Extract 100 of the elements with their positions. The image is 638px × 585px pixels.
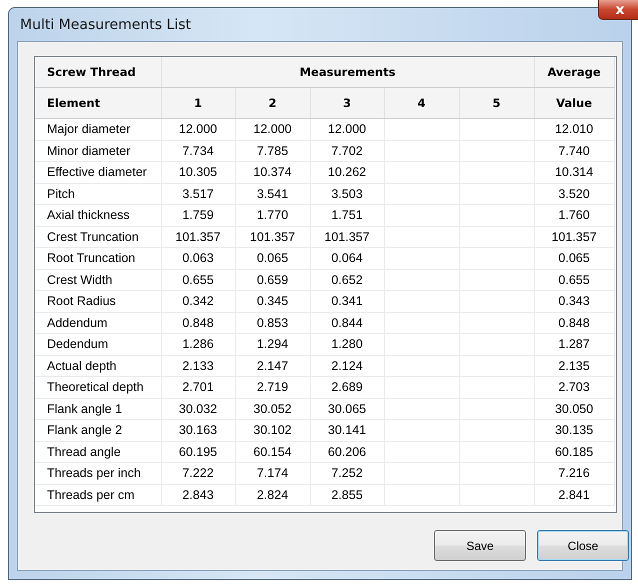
table-cell: 0.655: [558, 272, 590, 287]
table-cell: 0.652: [331, 272, 363, 287]
table-cell: 60.185: [554, 444, 594, 459]
table-cell: 1.770: [256, 208, 288, 222]
table-cell: 10.374: [253, 165, 292, 180]
row-label: Actual depth: [47, 358, 116, 373]
table-cell: 2.701: [182, 380, 214, 394]
row-label: Effective diameter: [47, 165, 147, 180]
table-cell: 30.141: [328, 423, 366, 438]
table-cell: 60.206: [328, 444, 366, 459]
column-header: Value: [534, 88, 614, 118]
row-label: Major diameter: [47, 122, 130, 136]
row-label: Minor diameter: [47, 144, 130, 158]
table-cell: 2.147: [256, 358, 288, 373]
table-cell: 2.689: [331, 380, 363, 394]
column-header: 4: [384, 88, 459, 118]
table-cell: 0.342: [182, 294, 214, 308]
table-cell: 0.345: [256, 294, 288, 308]
table-cell: 1.760: [558, 208, 590, 222]
column-header: 1: [161, 88, 235, 118]
row-label: Flank angle 1: [47, 402, 122, 416]
table-cell: 30.032: [178, 402, 218, 416]
table-cell: 3.520: [558, 186, 590, 201]
table-cell: 10.305: [178, 165, 218, 180]
table-cell: 101.357: [175, 230, 221, 244]
table-cell: 2.135: [558, 358, 590, 373]
table-cell: 101.357: [324, 230, 370, 244]
table-cell: 2.855: [331, 488, 363, 502]
table-cell: 60.154: [253, 444, 292, 459]
row-label: Flank angle 2: [47, 423, 122, 438]
column-header: Element: [35, 88, 161, 118]
table-cell: 0.065: [256, 251, 288, 266]
dialog-button[interactable]: Close: [537, 530, 629, 561]
row-label: Threads per cm: [47, 488, 135, 502]
table-cell: 30.102: [253, 423, 292, 438]
table-cell: 30.163: [178, 423, 218, 438]
row-label: Addendum: [47, 316, 108, 330]
table-cell: 0.844: [331, 316, 363, 330]
table-cell: 7.740: [558, 144, 590, 158]
row-label: Theoretical depth: [47, 380, 144, 394]
row-label: Crest Width: [47, 272, 112, 287]
table-cell: 101.357: [551, 230, 597, 244]
table-cell: 101.357: [250, 230, 296, 244]
row-label: Pitch: [47, 186, 75, 201]
column-header: Screw Thread: [35, 57, 161, 88]
table-cell: 10.262: [328, 165, 366, 180]
table-cell: 3.517: [182, 186, 214, 201]
table-cell: 2.703: [558, 380, 590, 394]
row-label: Threads per inch: [47, 466, 141, 480]
column-header: Measurements: [161, 57, 534, 88]
table-cell: 3.503: [331, 186, 363, 201]
table-cell: 7.734: [182, 144, 214, 158]
dialog-button[interactable]: Save: [434, 530, 526, 561]
table-cell: 0.853: [256, 316, 288, 330]
table-cell: 12.010: [554, 122, 594, 136]
row-label: Thread angle: [47, 444, 121, 459]
table-cell: 2.841: [558, 488, 590, 502]
table-cell: 1.294: [256, 337, 288, 352]
table-cell: 2.124: [331, 358, 363, 373]
table-cell: 60.195: [178, 444, 218, 459]
table-cell: 1.751: [331, 208, 363, 222]
table-cell: 0.848: [558, 316, 590, 330]
table-cell: 12.000: [328, 122, 366, 136]
column-header: Average: [534, 57, 614, 88]
table-cell: 1.280: [331, 337, 363, 352]
table-cell: 30.050: [554, 402, 594, 416]
row-label: Dedendum: [47, 337, 108, 352]
table-cell: 1.759: [182, 208, 214, 222]
row-label: Root Truncation: [47, 251, 136, 266]
table-cell: 30.052: [253, 402, 292, 416]
table-cell: 0.655: [182, 272, 214, 287]
table-cell: 7.702: [331, 144, 363, 158]
table-cell: 30.065: [328, 402, 366, 416]
table-cell: 12.000: [178, 122, 218, 136]
table-cell: 0.063: [182, 251, 214, 266]
table-cell: 2.133: [182, 358, 214, 373]
column-header: 5: [459, 88, 534, 118]
table-cell: 2.719: [256, 380, 288, 394]
table-cell: 7.216: [558, 466, 590, 480]
table-cell: 7.252: [331, 466, 363, 480]
table-cell: 7.222: [182, 466, 214, 480]
table-cell: 1.287: [558, 337, 590, 352]
table-cell: 1.286: [182, 337, 214, 352]
window-title: Multi Measurements List: [20, 16, 192, 32]
title-bar-x-button[interactable]: x: [598, 0, 638, 20]
table-cell: 0.848: [182, 316, 214, 330]
row-label: Root Radius: [47, 294, 116, 308]
table-cell: 0.064: [331, 251, 363, 266]
row-label: Axial thickness: [47, 208, 130, 222]
table-cell: 10.314: [554, 165, 594, 180]
table-cell: 2.843: [182, 488, 214, 502]
table-cell: 0.341: [331, 294, 363, 308]
table-cell: 12.000: [253, 122, 292, 136]
table-cell: 2.824: [256, 488, 288, 502]
table-cell: 30.135: [554, 423, 594, 438]
row-label: Crest Truncation: [47, 230, 139, 244]
column-header: 2: [235, 88, 310, 118]
table-cell: 0.343: [558, 294, 590, 308]
table-cell: 0.065: [558, 251, 590, 266]
table-cell: 0.659: [256, 272, 288, 287]
